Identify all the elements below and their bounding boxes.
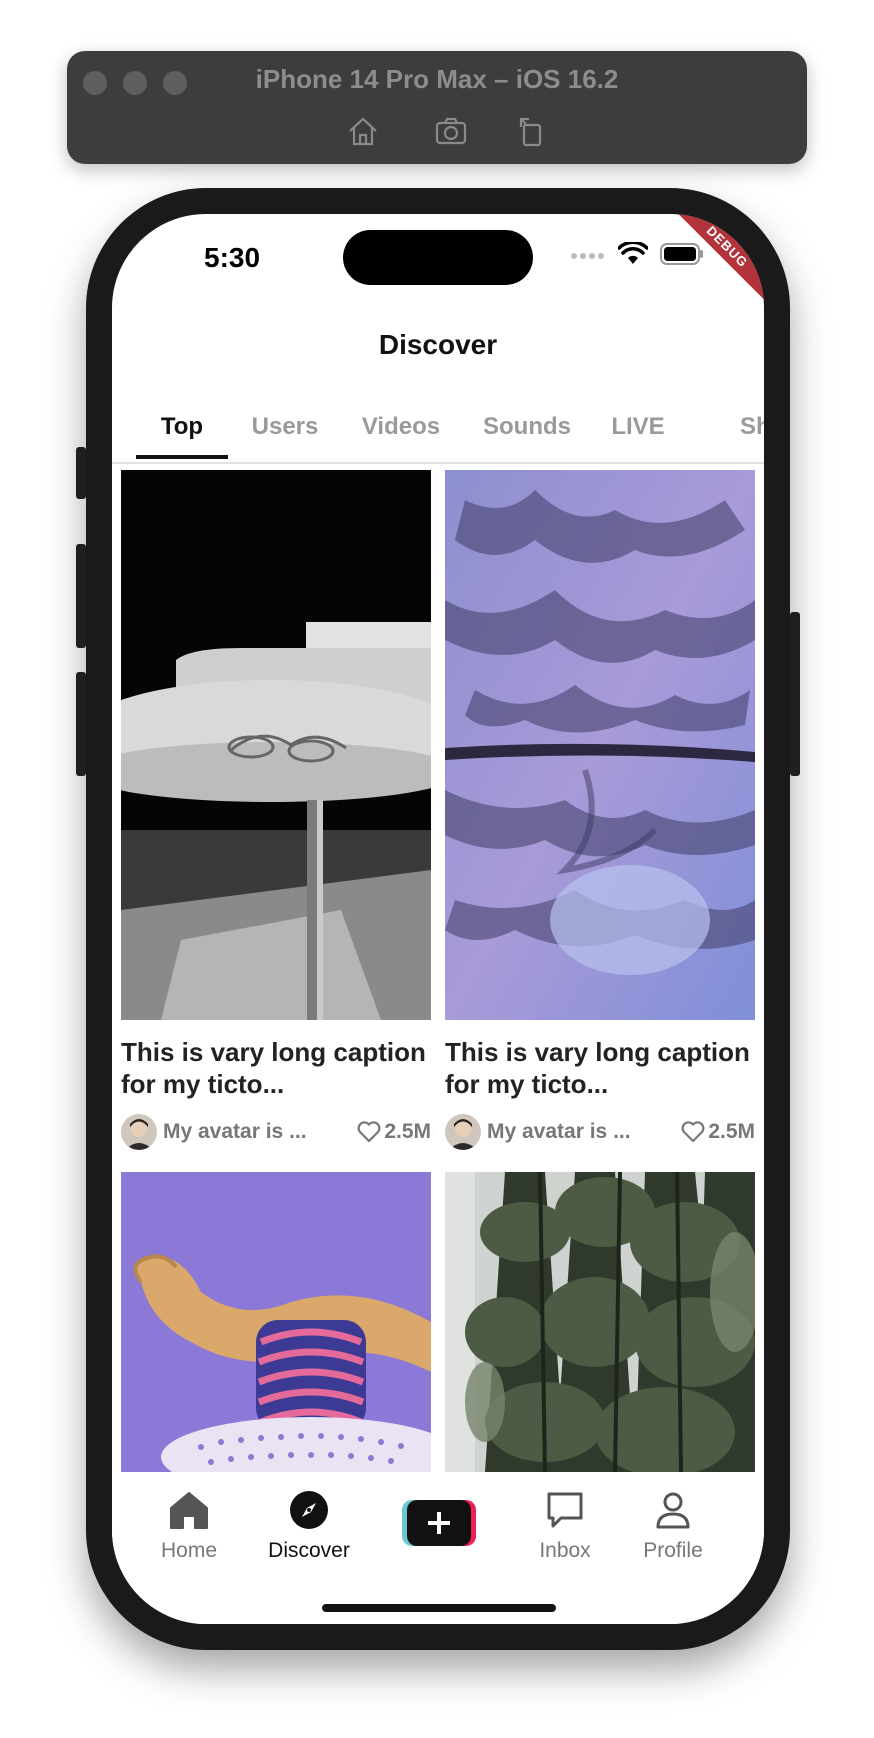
like-count[interactable]: 2.5M	[680, 1120, 755, 1144]
author-name[interactable]: My avatar is ...	[487, 1120, 680, 1144]
tab-top[interactable]: Top	[136, 404, 228, 460]
dynamic-island	[343, 230, 533, 285]
mute-switch	[76, 447, 86, 499]
nav-discover[interactable]: Discover	[254, 1490, 364, 1563]
tab-shopping[interactable]: Sh	[740, 404, 764, 460]
like-count-text: 2.5M	[708, 1120, 755, 1143]
nav-profile-label: Profile	[643, 1539, 703, 1562]
signal-dots-icon	[570, 248, 606, 266]
page-title: Discover	[378, 329, 498, 360]
screenshot-icon[interactable]	[433, 113, 469, 149]
nav-profile[interactable]: Profile	[618, 1490, 728, 1563]
video-thumbnail[interactable]	[445, 470, 755, 1020]
tab-users[interactable]: Users	[240, 404, 330, 460]
avatar[interactable]	[121, 1114, 157, 1150]
volume-down-button	[76, 672, 86, 776]
avatar[interactable]	[445, 1114, 481, 1150]
nav-home-label: Home	[160, 1539, 218, 1562]
simulator-toolbar: iPhone 14 Pro Max – iOS 16.2	[67, 51, 807, 164]
compass-icon	[290, 1491, 328, 1529]
create-button[interactable]	[402, 1500, 476, 1546]
home-indicator[interactable]	[322, 1604, 556, 1612]
home-icon[interactable]	[345, 113, 381, 149]
battery-icon	[660, 243, 704, 270]
nav-discover-label: Discover	[268, 1539, 350, 1562]
status-icons	[570, 240, 704, 271]
like-count[interactable]: 2.5M	[356, 1120, 431, 1144]
tab-sounds[interactable]: Sounds	[472, 404, 582, 460]
heart-icon	[681, 1121, 705, 1143]
wifi-icon	[617, 240, 649, 271]
discover-tabs: Top Users Videos Sounds LIVE Sh	[112, 404, 764, 464]
active-tab-indicator	[136, 455, 228, 459]
video-card[interactable]: This is vary long caption for my ticto..…	[445, 470, 755, 1150]
heart-icon	[357, 1121, 381, 1143]
tab-videos[interactable]: Videos	[346, 404, 456, 460]
chat-bubble-icon	[547, 1492, 583, 1528]
bottom-navigation: Home Discover Inbox Profile	[112, 1472, 764, 1624]
nav-home[interactable]: Home	[134, 1490, 244, 1563]
video-caption: This is vary long caption for my ticto..…	[445, 1037, 750, 1099]
video-caption: This is vary long caption for my ticto..…	[121, 1037, 426, 1099]
phone-screen: 5:30 DEBUG Discover Top Users Videos Sou…	[112, 214, 764, 1624]
author-name[interactable]: My avatar is ...	[163, 1120, 356, 1144]
rotate-icon[interactable]	[513, 113, 549, 149]
home-icon	[170, 1492, 208, 1529]
tab-live[interactable]: LIVE	[598, 404, 678, 460]
nav-inbox[interactable]: Inbox	[510, 1490, 620, 1563]
plus-icon	[402, 1500, 476, 1546]
like-count-text: 2.5M	[384, 1120, 431, 1143]
nav-inbox-label: Inbox	[539, 1539, 591, 1562]
video-thumbnail[interactable]	[121, 470, 431, 1020]
person-icon	[656, 1492, 690, 1529]
power-button	[790, 612, 800, 776]
status-time: 5:30	[204, 242, 261, 273]
volume-up-button	[76, 544, 86, 648]
simulator-title: iPhone 14 Pro Max – iOS 16.2	[255, 64, 619, 94]
video-card[interactable]: This is vary long caption for my ticto..…	[121, 470, 431, 1150]
